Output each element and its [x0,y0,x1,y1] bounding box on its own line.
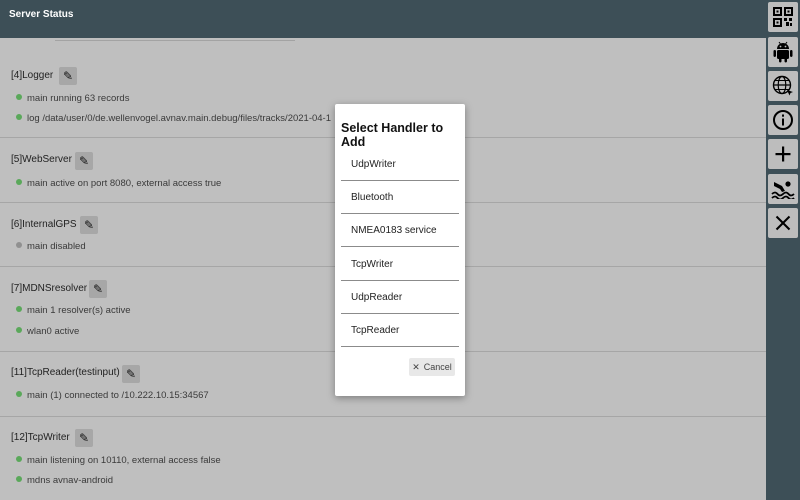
globe-icon [772,75,793,96]
info-icon [773,110,793,130]
handler-option-bluetooth[interactable]: Bluetooth [341,181,459,214]
select-handler-dialog: Select Handler to Add UdpWriter Bluetoot… [335,104,465,396]
status-line: mdns avnav-android [16,475,113,486]
status-dot [16,179,22,186]
info-button[interactable] [768,105,798,135]
handler-title: [7]MDNSresolver [11,283,88,294]
handler-title: [6]InternalGPS [11,219,77,230]
status-line: wlan0 active [16,326,79,337]
pencil-icon: ✎ [78,431,90,445]
status-dot [16,476,22,483]
pencil-icon: ✎ [62,69,74,83]
handler-title: [5]WebServer [11,154,72,165]
handler-title: [4]Logger [11,70,54,81]
page-title: Server Status [9,9,74,20]
status-dot [16,306,22,313]
status-dot [16,242,22,249]
edit-handler-button[interactable]: ✎ [59,67,77,85]
status-dot [16,94,22,101]
qrcode-button[interactable] [768,2,798,32]
status-dot [16,114,22,121]
add-button[interactable] [768,139,798,169]
clipped-previous-section [55,38,295,41]
status-line: main 1 resolver(s) active [16,305,130,316]
pencil-icon: ✎ [83,218,95,232]
qr-code-icon [773,7,793,27]
pencil-icon: ✎ [125,367,137,381]
pencil-icon: ✎ [78,154,90,168]
close-icon [775,215,791,231]
handler-option-tcpwriter[interactable]: TcpWriter [341,248,459,281]
android-icon [773,41,793,63]
status-line: main active on port 8080, external acces… [16,178,221,189]
mob-button[interactable] [768,174,798,204]
edit-handler-button[interactable]: ✎ [122,365,140,383]
close-button[interactable] [768,208,798,238]
pencil-icon: ✎ [92,282,104,296]
handler-option-udpreader[interactable]: UdpReader [341,281,459,314]
network-button[interactable] [768,71,798,101]
handler-title: [11]TcpReader(testinput) [11,367,120,378]
status-line: main (1) connected to /10.222.10.15:3456… [16,390,209,401]
status-dot [16,327,22,334]
status-line: main listening on 10110, external access… [16,455,221,466]
handler-option-udpwriter[interactable]: UdpWriter [341,148,459,181]
handler-option-tcpreader[interactable]: TcpReader [341,314,459,347]
handler-title: [12]TcpWriter [11,432,70,443]
edit-handler-button[interactable]: ✎ [75,152,93,170]
edit-handler-button[interactable]: ✎ [89,280,107,298]
android-button[interactable] [768,37,798,67]
handler-option-nmea0183-service[interactable]: NMEA0183 service [341,214,459,247]
swimmer-icon [771,181,795,199]
edit-handler-button[interactable]: ✎ [75,429,93,447]
status-line: main disabled [16,241,86,252]
right-toolbar [766,0,800,500]
close-icon: ✕ [412,361,420,372]
app-header: Server Status [0,0,766,38]
edit-handler-button[interactable]: ✎ [80,216,98,234]
status-line: log /data/user/0/de.wellenvogel.avnav.ma… [16,113,331,124]
handler-section-tcpwriter: [12]TcpWriter ✎ main listening on 10110,… [0,417,766,500]
status-line: main running 63 records [16,93,129,104]
cancel-button[interactable]: ✕ Cancel [409,358,455,376]
status-dot [16,391,22,398]
status-dot [16,456,22,463]
plus-icon [775,146,791,162]
dialog-title: Select Handler to Add [341,121,444,149]
